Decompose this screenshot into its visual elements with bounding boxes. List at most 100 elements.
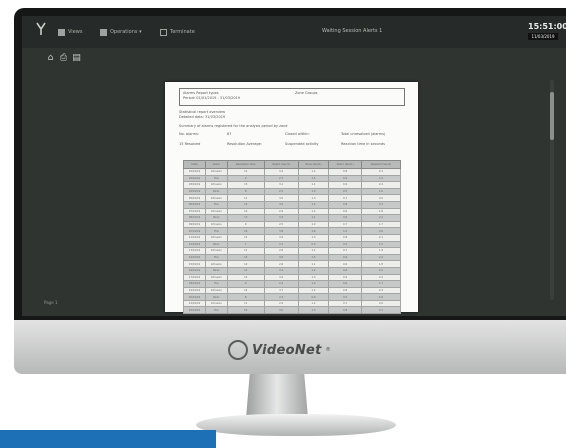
table-cell: 07/01/19 (182, 207, 207, 216)
report-summary-title: Summary of alarms registered for the ana… (179, 124, 288, 128)
table-cell: 16/01/19 (182, 266, 207, 275)
brand-trademark: ® (325, 347, 331, 353)
table-cell: 2.3 (263, 293, 299, 301)
table-cell: 2.2 (263, 187, 299, 196)
table-cell: 2.0 (360, 194, 402, 202)
table-cell: 14 (226, 286, 265, 295)
table-cell: 8 (226, 187, 265, 196)
table-cell: 3.1 (263, 266, 299, 275)
summary-cell: No. alarms: (179, 132, 199, 136)
table-cell: 3.0 (263, 306, 299, 315)
menu-views-label: Views (68, 29, 83, 35)
table-row: 20/01/19 Panic 8 2.3 0.9 0.5 1.6 (182, 293, 402, 301)
table-cell: 9 (226, 174, 265, 183)
table-cell: 13/01/19 (182, 247, 207, 255)
report-header-box: Alarms Report types Period: 01/01/2019 -… (179, 88, 405, 106)
table-cell: 0.8 (328, 168, 362, 176)
table-cell: 13 (226, 214, 265, 222)
table-cell: 2.1 (360, 168, 402, 176)
report-header-left: Alarms Report types Period: 01/01/2019 -… (180, 89, 292, 105)
table-cell: 1.7 (360, 220, 402, 229)
table-row: 10/01/19 Fire 16 3.8 1.6 1.0 2.6 (182, 227, 402, 235)
table-cell: 2.9 (263, 207, 299, 216)
table-row: 05/01/19 Intrusion 11 3.0 1.3 0.7 2.0 (182, 194, 402, 202)
table-body: 01/01/19 Intrusion 12 3.4 1.2 0.8 2.1 02/01/19 F… (182, 168, 402, 315)
table-cell: 0.9 (328, 214, 362, 222)
table-cell: 20/01/19 (182, 293, 207, 301)
table-cell: Panic (205, 266, 228, 275)
table-cell: Fire (205, 174, 228, 183)
table-cell: Fire (205, 227, 228, 235)
table-cell: 1.8 (360, 260, 402, 268)
table-cell: Intrusion (205, 260, 228, 268)
table-cell: 0.7 (328, 194, 362, 202)
vertical-scrollbar[interactable] (550, 80, 554, 300)
table-cell: Panic (205, 187, 228, 196)
summary-cell: Suspended activity (285, 142, 319, 146)
table-cell: 10 (226, 260, 265, 268)
table-cell: 14/01/19 (182, 253, 207, 262)
table-cell: 9 (226, 280, 265, 288)
table-cell: 2.3 (360, 200, 402, 209)
table-cell: 11/01/19 (182, 233, 207, 242)
table-cell: Intrusion (205, 168, 228, 176)
clock-date: 11/03/2019 (528, 33, 558, 40)
exit-icon (160, 28, 167, 36)
table-cell: Intrusion (205, 220, 228, 229)
table-cell: 3.1 (263, 181, 299, 189)
table-row: 19/01/19 Intrusion 14 3.7 1.4 0.8 2.3 (182, 286, 402, 295)
home-icon[interactable]: ⌂ (46, 54, 55, 63)
operations-icon (100, 28, 107, 36)
export-icon[interactable]: ▤ (72, 54, 81, 63)
table-cell: 0.7 (328, 247, 362, 255)
table-cell: 1.8 (360, 207, 402, 216)
table-row: 21/01/19 Intrusion 11 2.9 1.2 0.7 2.0 (182, 299, 402, 308)
app-logo-icon (36, 22, 46, 35)
table-cell: 1.4 (297, 200, 330, 209)
table-cell: 0.9 (328, 253, 362, 262)
table-cell: 02/01/19 (182, 174, 207, 183)
table-row: 13/01/19 Intrusion 11 2.8 1.2 0.7 1.9 (182, 247, 402, 255)
report-header-right: Zone Groups (292, 89, 404, 105)
print-icon[interactable]: ⎙ (59, 54, 68, 63)
report-table: Date Alarm Resolution time Object (Sec/1) Zo… (182, 160, 402, 315)
table-cell: 0.9 (297, 240, 330, 249)
table-cell: 1.0 (297, 187, 330, 196)
table-cell: 1.1 (297, 260, 330, 268)
table-cell: 06/01/19 (182, 200, 207, 209)
table-cell: 1.1 (297, 181, 330, 189)
table-cell: 0.6 (328, 207, 362, 216)
report-header-right-line2: Zone Groups (295, 91, 318, 95)
menu-operations[interactable]: Operations ▾ (100, 26, 142, 38)
table-cell: 2.7 (263, 174, 299, 183)
table-row: 12/01/19 Panic 7 2.1 0.9 0.5 1.5 (182, 240, 402, 249)
table-cell: 0.5 (328, 240, 362, 249)
table-row: 16/01/19 Panic 12 3.1 1.2 0.8 2.0 (182, 266, 402, 275)
summary-cell: 15 Resolved (179, 142, 201, 146)
scrollbar-thumb[interactable] (550, 92, 554, 140)
table-cell: Intrusion (205, 286, 228, 295)
table-cell: 09/01/19 (182, 220, 207, 229)
table-row: 01/01/19 Intrusion 12 3.4 1.2 0.8 2.1 (182, 168, 402, 176)
table-cell: Panic (205, 214, 228, 222)
report-meta-1: Statistical report overview (179, 110, 226, 114)
menu-views[interactable]: Views (58, 26, 82, 38)
table-row: 17/01/19 Intrusion 13 3.4 1.3 0.9 2.2 (182, 273, 402, 282)
table-cell: 1.2 (297, 168, 330, 176)
table-cell: 7 (226, 240, 265, 249)
table-cell: Fire (205, 280, 228, 288)
table-cell: 1.2 (297, 299, 330, 308)
table-cell: 1.3 (297, 194, 330, 202)
table-cell: 1.6 (360, 187, 402, 196)
table-cell: 3.2 (263, 233, 299, 242)
table-cell: 2.2 (360, 273, 402, 282)
menu-terminate[interactable]: Terminate (160, 26, 195, 38)
table-cell: 11 (226, 299, 265, 308)
table-cell: 05/01/19 (182, 194, 207, 202)
table-cell: 1.0 (328, 227, 362, 235)
table-cell: 08/01/19 (182, 214, 207, 222)
table-cell: 0.5 (328, 187, 362, 196)
table-row: 06/01/19 Fire 14 3.6 1.4 0.8 2.3 (182, 200, 402, 209)
table-cell: 2.5 (263, 220, 299, 229)
table-cell: 18/01/19 (182, 280, 207, 288)
